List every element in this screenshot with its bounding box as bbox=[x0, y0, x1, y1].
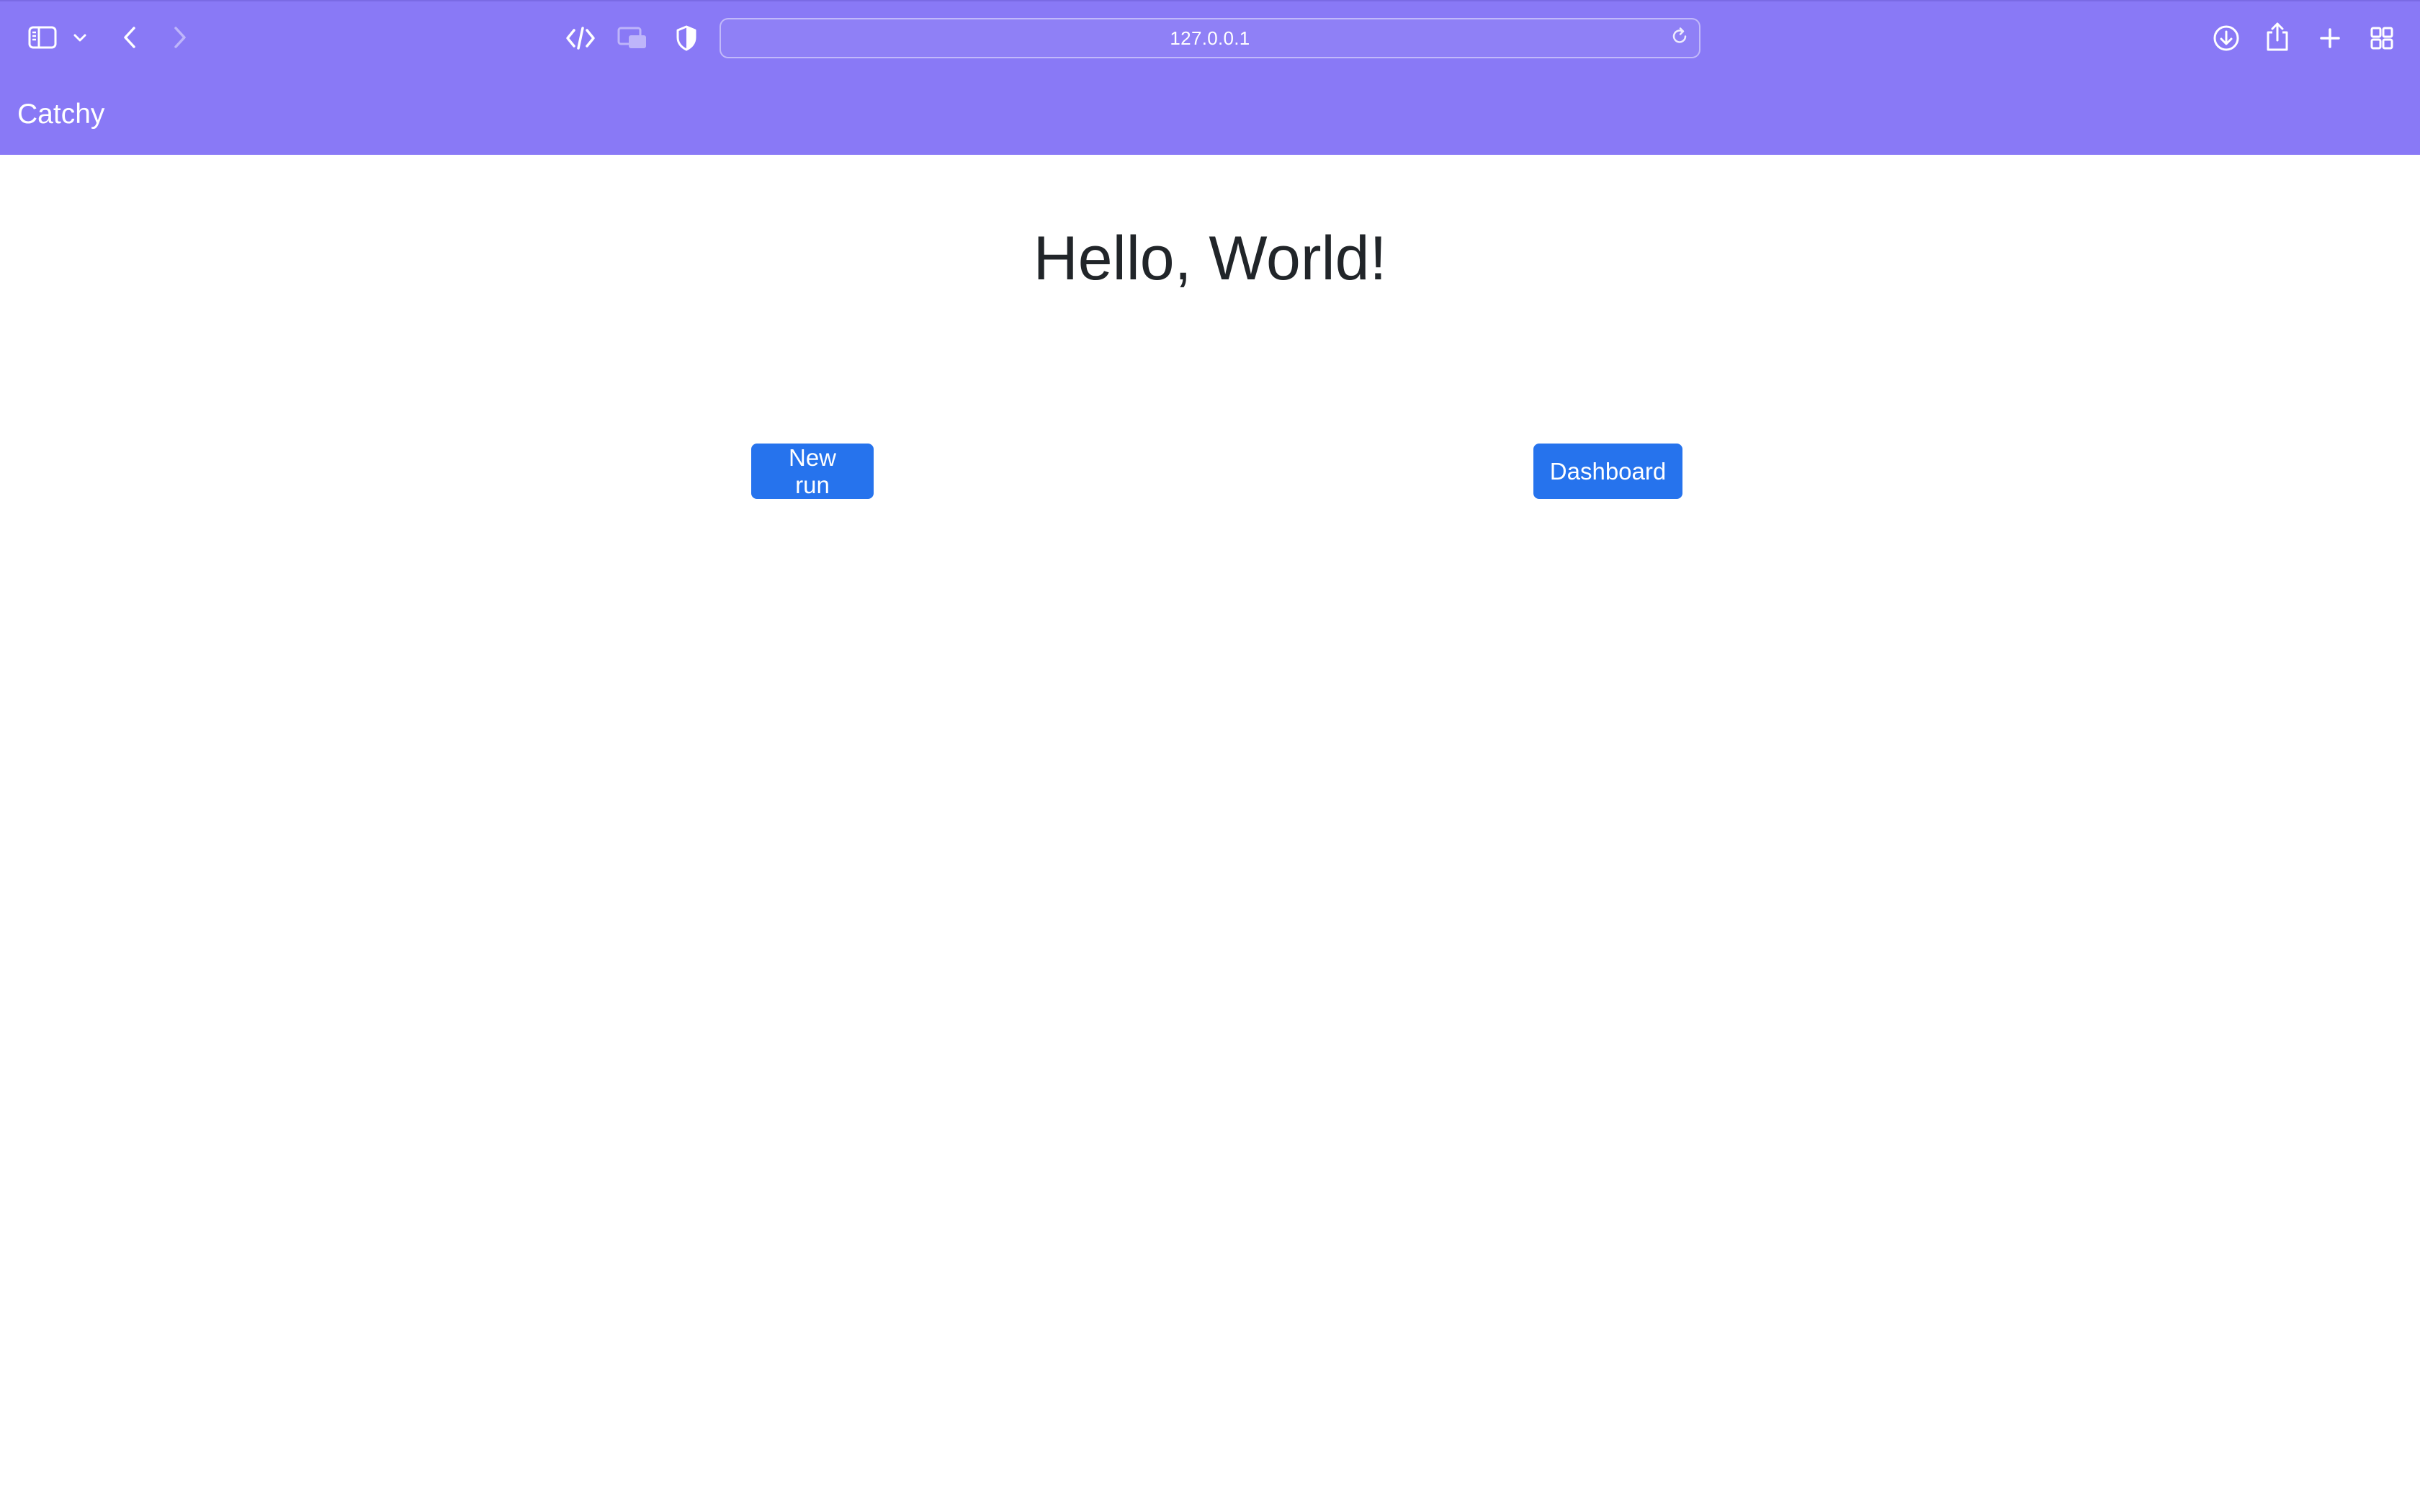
picture-in-picture-icon[interactable] bbox=[617, 24, 648, 52]
plus-icon[interactable] bbox=[2316, 24, 2344, 52]
download-icon[interactable] bbox=[2211, 23, 2241, 53]
share-icon[interactable] bbox=[2263, 20, 2292, 53]
reload-icon[interactable] bbox=[1670, 27, 1689, 50]
code-icon[interactable] bbox=[565, 23, 596, 53]
dashboard-button[interactable]: Dashboard bbox=[1533, 444, 1682, 499]
chevron-left-icon[interactable] bbox=[115, 22, 144, 53]
main-content: Hello, World! New run Dashboard bbox=[0, 155, 2420, 1512]
sidebar-icon[interactable] bbox=[26, 23, 59, 52]
brand-link[interactable]: Catchy bbox=[17, 99, 104, 130]
chevron-right-icon[interactable] bbox=[166, 22, 194, 53]
shield-icon[interactable] bbox=[673, 23, 700, 53]
address-bar[interactable]: 127.0.0.1 bbox=[720, 18, 1700, 58]
grid-icon[interactable] bbox=[2368, 24, 2396, 52]
chevron-down-icon[interactable] bbox=[69, 27, 91, 49]
new-run-button[interactable]: New run bbox=[751, 444, 874, 499]
url-text: 127.0.0.1 bbox=[1170, 27, 1250, 49]
app-navbar: Catchy bbox=[0, 74, 2420, 155]
browser-toolbar: 127.0.0.1 bbox=[0, 0, 2420, 74]
page-title: Hello, World! bbox=[1033, 224, 1387, 293]
